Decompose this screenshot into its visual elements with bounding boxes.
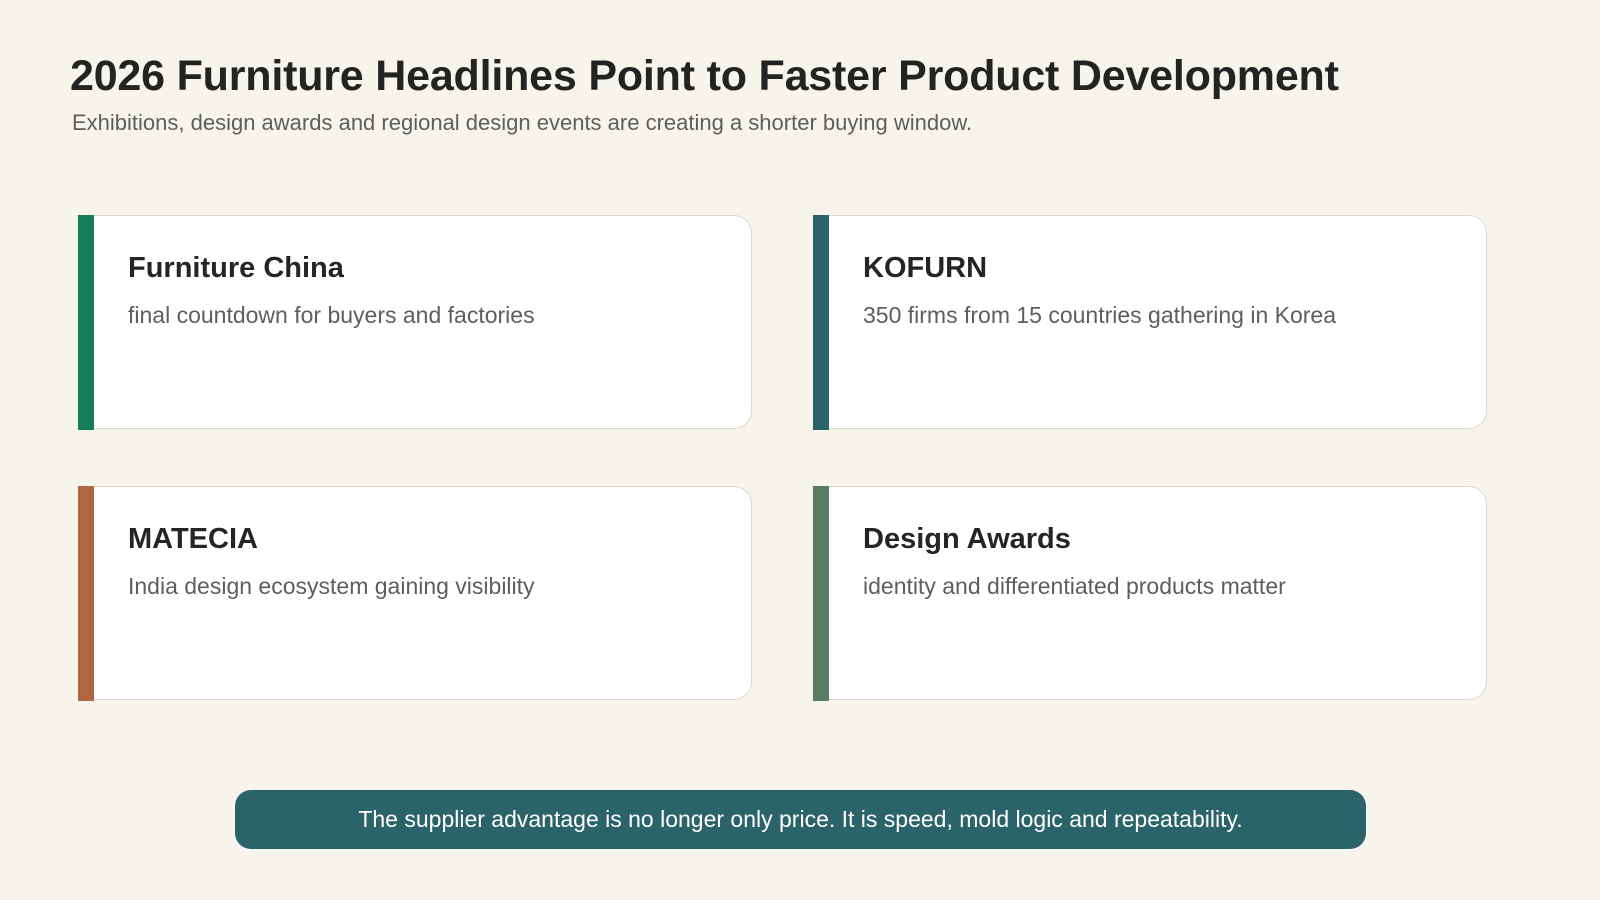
card-description: India design ecosystem gaining visibilit… bbox=[128, 573, 535, 599]
banner-text: The supplier advantage is no longer only… bbox=[358, 806, 1243, 832]
card-design-awards: Design Awards identity and differentiate… bbox=[813, 485, 1487, 701]
card-accent-bar bbox=[813, 485, 829, 701]
card-kofurn: KOFURN 350 firms from 15 countries gathe… bbox=[813, 214, 1487, 430]
card-description: final countdown for buyers and factories bbox=[128, 302, 535, 328]
card-title: Design Awards bbox=[863, 523, 1071, 555]
card-accent-bar bbox=[78, 214, 94, 430]
card-description: 350 firms from 15 countries gathering in… bbox=[863, 302, 1337, 328]
card-furniture-china: Furniture China final countdown for buye… bbox=[78, 214, 752, 430]
card-description: identity and differentiated products mat… bbox=[863, 573, 1286, 599]
card-matecia: MATECIA India design ecosystem gaining v… bbox=[78, 485, 752, 701]
card-title: MATECIA bbox=[128, 523, 258, 555]
card-accent-bar bbox=[78, 485, 94, 701]
card-title: Furniture China bbox=[128, 252, 344, 284]
takeaway-banner: The supplier advantage is no longer only… bbox=[235, 790, 1366, 849]
page-subtitle: Exhibitions, design awards and regional … bbox=[72, 110, 973, 135]
card-accent-bar bbox=[813, 214, 829, 430]
page-title: 2026 Furniture Headlines Point to Faster… bbox=[70, 52, 1339, 100]
card-title: KOFURN bbox=[863, 252, 988, 284]
